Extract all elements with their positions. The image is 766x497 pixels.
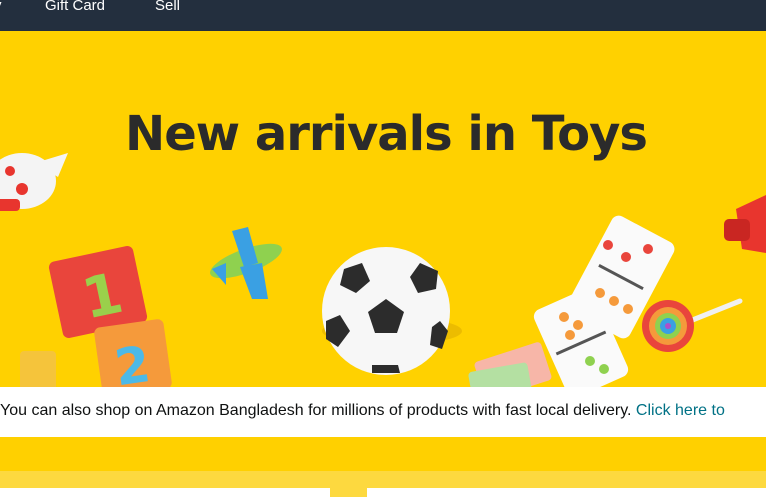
nav-item-sell[interactable]: Sell (155, 0, 180, 14)
hero-banner-toys[interactable]: 1 2 New arrivals in Toys (0, 31, 766, 387)
notice-message: You can also shop on Amazon Bangladesh f… (0, 402, 636, 419)
hero-title: New arrivals in Toys (125, 106, 648, 162)
dominoes-image (533, 215, 675, 387)
content-card-right[interactable] (367, 488, 766, 497)
nav-item-gift-card[interactable]: Gift Card (45, 0, 105, 14)
toy-plane-small-image (210, 227, 282, 299)
toy-blocks-image: 1 2 (20, 246, 172, 387)
notice-link[interactable]: Click here to (636, 402, 725, 419)
notice-line: You can also shop on Amazon Bangladesh f… (0, 402, 725, 420)
nav-item-partial[interactable]: y (0, 0, 2, 14)
lower-content-area (0, 437, 766, 497)
page-root: { "nav": { "partial_item": "y", "gift_ca… (0, 0, 766, 497)
toy-pastel-blocks-image (468, 342, 552, 387)
local-shop-notice: You can also shop on Amazon Bangladesh f… (0, 387, 766, 437)
soccer-ball-image (322, 247, 462, 375)
toy-car-right-image (724, 195, 766, 253)
content-card-left[interactable] (0, 488, 330, 497)
top-nav-bar: y Gift Card Sell (0, 0, 766, 31)
toys-illustration: 1 2 (0, 153, 766, 387)
lollipop-image (642, 298, 743, 352)
